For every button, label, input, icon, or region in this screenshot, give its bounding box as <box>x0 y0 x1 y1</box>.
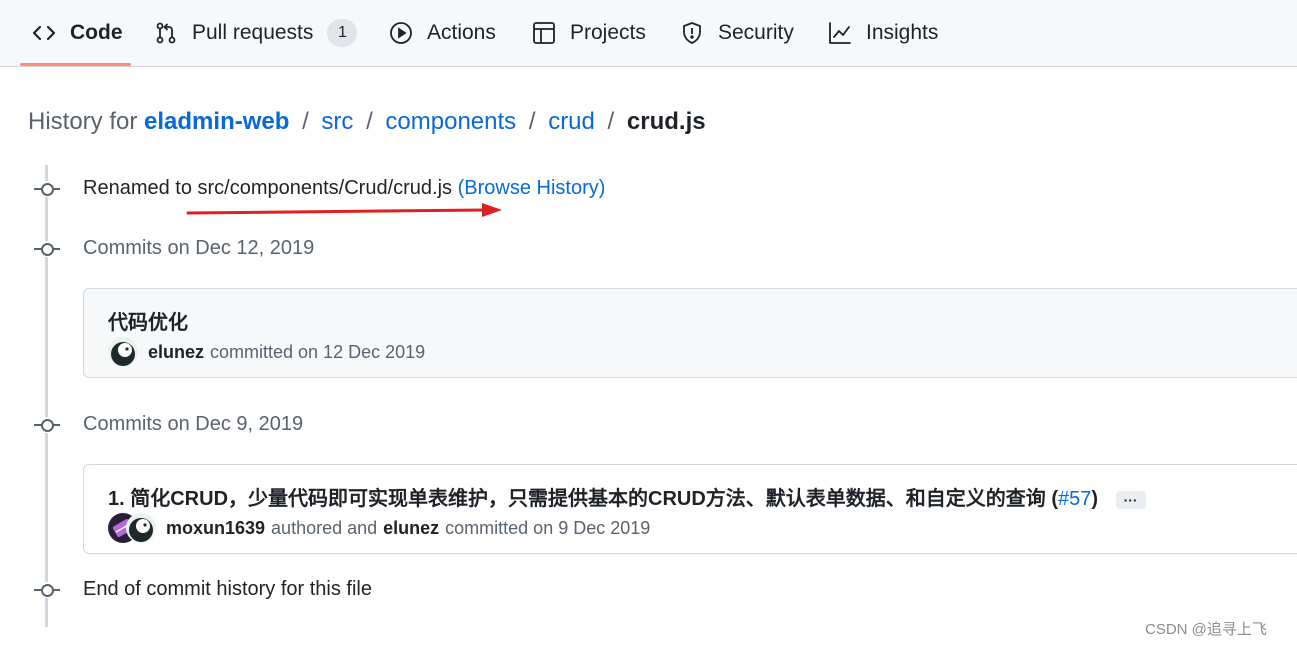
breadcrumb-prefix: History for <box>28 108 138 135</box>
commit-title-close: ) <box>1091 488 1099 510</box>
graph-icon <box>828 21 852 45</box>
commit-date-text: committed on 12 Dec 2019 <box>210 341 426 362</box>
commits-date-heading: Commits on Dec 9, 2019 <box>83 413 304 435</box>
commit-author-link[interactable]: moxun1639 <box>166 518 265 539</box>
git-commit-icon <box>34 241 60 257</box>
pull-request-link[interactable]: #57 <box>1058 488 1091 510</box>
tab-security[interactable]: Security <box>680 0 794 66</box>
commit-committer-link[interactable]: elunez <box>383 518 439 539</box>
tab-pull-requests-label: Pull requests <box>192 21 314 44</box>
authored-text: authored and <box>271 517 378 538</box>
avatar-stack <box>108 513 156 543</box>
tab-projects[interactable]: Projects <box>532 0 646 66</box>
avatar[interactable] <box>108 337 138 367</box>
pull-requests-counter: 1 <box>327 19 358 47</box>
repo-nav: Code Pull requests 1 Actions Projects Se… <box>0 0 1297 67</box>
breadcrumb-repo-link[interactable]: eladmin-web <box>144 108 289 135</box>
tab-code-label: Code <box>70 21 123 44</box>
commit-meta: moxun1639 authored and elunez committed … <box>108 513 656 543</box>
tab-pull-requests[interactable]: Pull requests 1 <box>154 0 358 66</box>
git-commit-icon <box>34 582 60 598</box>
shield-icon <box>680 21 704 45</box>
git-commit-icon <box>34 417 60 433</box>
renamed-text: Renamed to src/components/Crud/crud.js <box>83 177 453 199</box>
tab-insights[interactable]: Insights <box>828 0 938 66</box>
timeline-line <box>45 165 48 627</box>
commit-row: 代码优化 elunez committed on 12 Dec 2019 <box>83 288 1297 378</box>
tab-actions-label: Actions <box>427 21 496 44</box>
annotation-arrow <box>186 203 502 217</box>
tab-projects-label: Projects <box>570 21 646 44</box>
breadcrumb-path-crud[interactable]: crud <box>548 108 595 135</box>
watermark: CSDN @追寻上飞 <box>1145 621 1267 638</box>
commit-author-link[interactable]: elunez <box>148 342 204 363</box>
commit-title-link[interactable]: 代码优化 <box>108 306 188 335</box>
commit-meta: elunez committed on 12 Dec 2019 <box>108 337 431 367</box>
active-tab-underline <box>20 63 131 66</box>
breadcrumb-path-src[interactable]: src <box>321 108 353 135</box>
git-commit-icon <box>34 181 60 197</box>
renamed-notice: Renamed to src/components/Crud/crud.js (… <box>83 177 605 200</box>
expand-message-button[interactable]: ··· <box>1115 490 1146 509</box>
tab-actions[interactable]: Actions <box>389 0 496 66</box>
commit-title: 1. 简化CRUD，少量代码即可实现单表维护，只需提供基本的CRUD方法、默认表… <box>108 482 1146 511</box>
breadcrumb-separator: / <box>528 108 536 135</box>
commit-date-text: committed on 9 Dec 2019 <box>445 517 651 538</box>
avatar[interactable] <box>126 513 156 543</box>
play-icon <box>389 21 413 45</box>
tab-insights-label: Insights <box>866 21 939 44</box>
code-icon <box>32 21 56 45</box>
end-of-history: End of commit history for this file <box>83 578 372 600</box>
breadcrumb-separator: / <box>366 108 373 135</box>
breadcrumb-separator: / <box>302 108 309 135</box>
breadcrumb-separator: / <box>607 108 615 135</box>
commit-row: 1. 简化CRUD，少量代码即可实现单表维护，只需提供基本的CRUD方法、默认表… <box>83 464 1297 554</box>
commit-title-link[interactable]: 1. 简化CRUD，少量代码即可实现单表维护，只需提供基本的CRUD方法、默认表… <box>108 488 1058 510</box>
breadcrumb: History for eladmin-web / src / componen… <box>28 108 706 136</box>
browse-history-link[interactable]: (Browse History) <box>458 177 606 199</box>
git-pull-request-icon <box>154 21 178 45</box>
breadcrumb-file: crud.js <box>626 108 706 135</box>
table-icon <box>532 21 556 45</box>
breadcrumb-path-components[interactable]: components <box>385 108 516 135</box>
tab-code[interactable]: Code <box>32 0 123 66</box>
tab-security-label: Security <box>718 21 794 44</box>
commits-date-heading: Commits on Dec 12, 2019 <box>83 237 315 259</box>
